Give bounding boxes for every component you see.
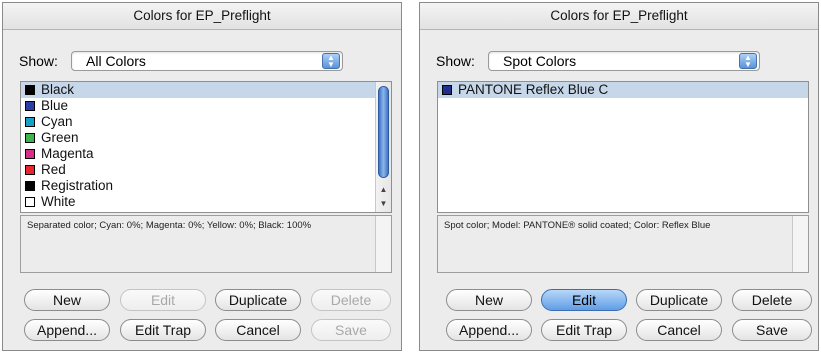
- list-item-pantone-reflex-blue[interactable]: PANTONE Reflex Blue C: [438, 82, 808, 98]
- colors-list[interactable]: PANTONE Reflex Blue C: [437, 81, 809, 213]
- edit-trap-button[interactable]: Edit Trap: [541, 319, 627, 341]
- show-label: Show:: [19, 53, 58, 69]
- description-text: Separated color; Cyan: 0%; Magenta: 0%; …: [27, 220, 312, 231]
- chevron-updown-icon: ▲ ▼: [322, 53, 340, 69]
- delete-button[interactable]: Delete: [311, 289, 391, 311]
- color-swatch: [25, 85, 35, 95]
- colors-list[interactable]: Black Blue Cyan Green Magenta Red Regist…: [20, 81, 392, 213]
- list-item-green[interactable]: Green: [21, 130, 391, 146]
- color-name: Red: [41, 162, 66, 177]
- color-name: Green: [41, 130, 79, 145]
- color-description: Separated color; Cyan: 0%; Magenta: 0%; …: [20, 215, 392, 273]
- list-item-red[interactable]: Red: [21, 162, 391, 178]
- color-description: Spot color; Model: PANTONE® solid coated…: [437, 215, 809, 273]
- color-name: Cyan: [41, 114, 73, 129]
- delete-button[interactable]: Delete: [732, 289, 812, 311]
- append-button[interactable]: Append...: [24, 319, 110, 341]
- description-scrollbar[interactable]: [375, 216, 391, 272]
- list-item-magenta[interactable]: Magenta: [21, 146, 391, 162]
- color-swatch: [25, 133, 35, 143]
- show-dropdown[interactable]: Spot Colors ▲ ▼: [488, 51, 760, 71]
- new-button[interactable]: New: [446, 289, 532, 311]
- new-button[interactable]: New: [24, 289, 110, 311]
- color-swatch: [25, 197, 35, 207]
- edit-trap-button[interactable]: Edit Trap: [120, 319, 206, 341]
- dialog-title: Colors for EP_Preflight: [420, 3, 818, 30]
- show-dropdown[interactable]: All Colors ▲ ▼: [71, 51, 343, 71]
- color-swatch: [25, 181, 35, 191]
- duplicate-button[interactable]: Duplicate: [636, 289, 722, 311]
- color-name: White: [41, 194, 76, 209]
- colors-dialog-all: Colors for EP_Preflight Show: All Colors…: [2, 2, 402, 351]
- color-swatch: [25, 101, 35, 111]
- color-name: PANTONE Reflex Blue C: [458, 82, 609, 97]
- color-swatch: [442, 85, 452, 95]
- color-name: Registration: [41, 178, 114, 193]
- dialog-title: Colors for EP_Preflight: [3, 3, 401, 30]
- edit-button[interactable]: Edit: [541, 289, 627, 311]
- scroll-thumb[interactable]: [378, 86, 389, 178]
- append-button[interactable]: Append...: [446, 319, 532, 341]
- edit-button[interactable]: Edit: [120, 289, 206, 311]
- scroll-down-arrow-icon[interactable]: ▼: [376, 199, 391, 208]
- color-swatch: [25, 149, 35, 159]
- show-label: Show:: [436, 53, 475, 69]
- list-item-cyan[interactable]: Cyan: [21, 114, 391, 130]
- chevron-updown-icon: ▲ ▼: [739, 53, 757, 69]
- description-scrollbar[interactable]: [792, 216, 808, 272]
- color-swatch: [25, 117, 35, 127]
- show-dropdown-value: Spot Colors: [503, 53, 577, 69]
- cancel-button[interactable]: Cancel: [215, 319, 301, 341]
- save-button[interactable]: Save: [311, 319, 391, 341]
- list-item-black[interactable]: Black: [21, 82, 391, 98]
- color-name: Magenta: [41, 146, 94, 161]
- description-text: Spot color; Model: PANTONE® solid coated…: [444, 220, 711, 231]
- color-name: Blue: [41, 98, 69, 113]
- list-item-white[interactable]: White: [21, 194, 391, 210]
- duplicate-button[interactable]: Duplicate: [215, 289, 301, 311]
- colors-dialog-spot: Colors for EP_Preflight Show: Spot Color…: [419, 2, 819, 351]
- list-item-blue[interactable]: Blue: [21, 98, 391, 114]
- cancel-button[interactable]: Cancel: [636, 319, 722, 341]
- list-item-registration[interactable]: Registration: [21, 178, 391, 194]
- scroll-up-arrow-icon[interactable]: ▲: [376, 185, 391, 194]
- save-button[interactable]: Save: [732, 319, 812, 341]
- list-scrollbar[interactable]: ▲ ▼: [375, 82, 391, 212]
- show-dropdown-value: All Colors: [86, 53, 146, 69]
- color-name: Black: [41, 82, 75, 97]
- color-swatch: [25, 165, 35, 175]
